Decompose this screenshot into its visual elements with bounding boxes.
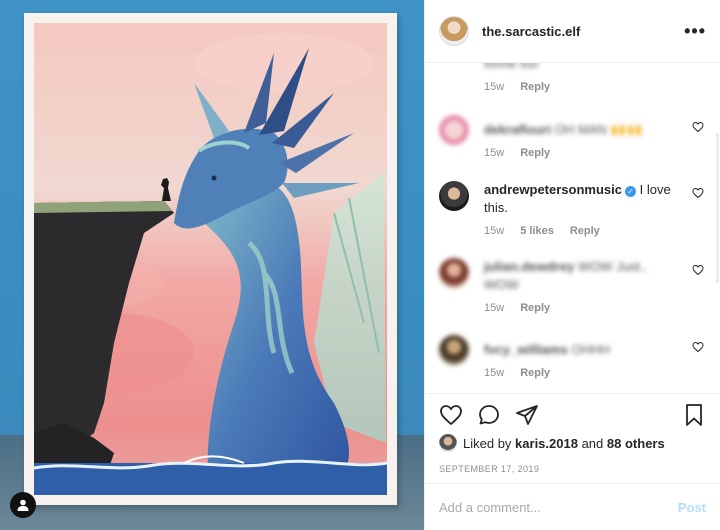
first-liker-link[interactable]: karis.2018 (515, 436, 578, 451)
comment-age: 15w (484, 81, 505, 93)
comment-text: OHHH (571, 342, 610, 357)
verified-badge-icon: ✓ (625, 186, 636, 197)
watercolor-painting (24, 13, 397, 505)
user-tag-icon (17, 499, 29, 511)
like-comment-heart-icon[interactable] (692, 341, 704, 353)
user-tag-button[interactable] (10, 492, 36, 518)
like-comment-heart-icon[interactable] (692, 264, 704, 276)
more-options-button[interactable]: ••• (684, 22, 706, 40)
reply-button[interactable]: Reply (570, 225, 600, 237)
owner-avatar[interactable] (439, 16, 469, 46)
post-date: SEPTEMBER 17, 2019 (439, 464, 540, 474)
comment-username[interactable]: fvcy_williams (484, 342, 568, 357)
post-actions: Liked by karis.2018 and 88 others SEPTEM… (425, 393, 720, 474)
comment-text: fonne too (484, 63, 539, 71)
post-photo[interactable] (0, 0, 424, 530)
comment-item: dekraflouri OH MAN 🙌🙌 15w Reply (439, 115, 706, 159)
post-header: the.sarcastic.elf ••• (425, 0, 720, 63)
comment-item: fvcy_williams OHHH 15w Reply (439, 335, 706, 379)
reply-button[interactable]: Reply (520, 302, 550, 314)
like-comment-heart-icon[interactable] (692, 121, 704, 133)
post-sidebar: the.sarcastic.elf ••• fonne too 15w Repl… (424, 0, 720, 530)
commenter-avatar[interactable] (439, 258, 469, 288)
heart-icon[interactable] (439, 403, 463, 427)
comment-age: 15w (484, 367, 505, 379)
commenter-avatar[interactable] (439, 115, 469, 145)
likes-prefix: Liked by (463, 435, 512, 451)
likes-and: and (581, 435, 604, 451)
comments-scrollbar[interactable] (716, 133, 719, 283)
like-comment-heart-icon[interactable] (692, 187, 704, 199)
comment-item: andrewpetersonmusic ✓ I love this. 15w 5 … (439, 181, 706, 237)
comment-meta: 15w Reply (484, 367, 706, 379)
comment-username[interactable]: julian.dewdrey (484, 259, 574, 274)
comment-meta: 15w Reply (484, 81, 706, 93)
comment-username[interactable]: andrewpetersonmusic (484, 182, 622, 197)
likes-summary: Liked by karis.2018 and 88 others (439, 434, 706, 452)
comment-likes[interactable]: 5 likes (520, 225, 554, 237)
liker-avatar[interactable] (439, 434, 457, 452)
comment-meta: 15w Reply (484, 147, 706, 159)
commenter-avatar[interactable] (439, 181, 469, 211)
reply-button[interactable]: Reply (520, 367, 550, 379)
comment-item: julian.dewdrey WOW Just.. WOW 15w Reply (439, 258, 706, 314)
others-likes-link[interactable]: 88 others (607, 436, 665, 451)
add-comment-bar: Post (425, 483, 720, 530)
bookmark-icon[interactable] (682, 403, 706, 427)
comment-meta: 15w Reply (484, 302, 706, 314)
comment-age: 15w (484, 225, 505, 237)
comment-text: OH MAN 🙌🙌 (554, 122, 643, 137)
comment-age: 15w (484, 302, 505, 314)
owner-username[interactable]: the.sarcastic.elf (482, 24, 580, 39)
action-buttons-row (439, 394, 706, 436)
comment-username[interactable]: dekraflouri (484, 122, 551, 137)
commenter-avatar[interactable] (439, 335, 469, 365)
comment-icon[interactable] (477, 403, 501, 427)
comment-input[interactable] (439, 499, 678, 515)
share-icon[interactable] (515, 403, 539, 427)
comments-list: fonne too 15w Reply dekraflouri OH MAN 🙌… (425, 63, 720, 393)
dragon-painting-art (34, 23, 387, 495)
post-comment-button[interactable]: Post (678, 500, 706, 515)
comment-meta: 15w 5 likes Reply (484, 225, 706, 237)
comment-age: 15w (484, 147, 505, 159)
comment-item: fonne too 15w Reply (439, 63, 706, 93)
reply-button[interactable]: Reply (520, 147, 550, 159)
reply-button[interactable]: Reply (520, 81, 550, 93)
